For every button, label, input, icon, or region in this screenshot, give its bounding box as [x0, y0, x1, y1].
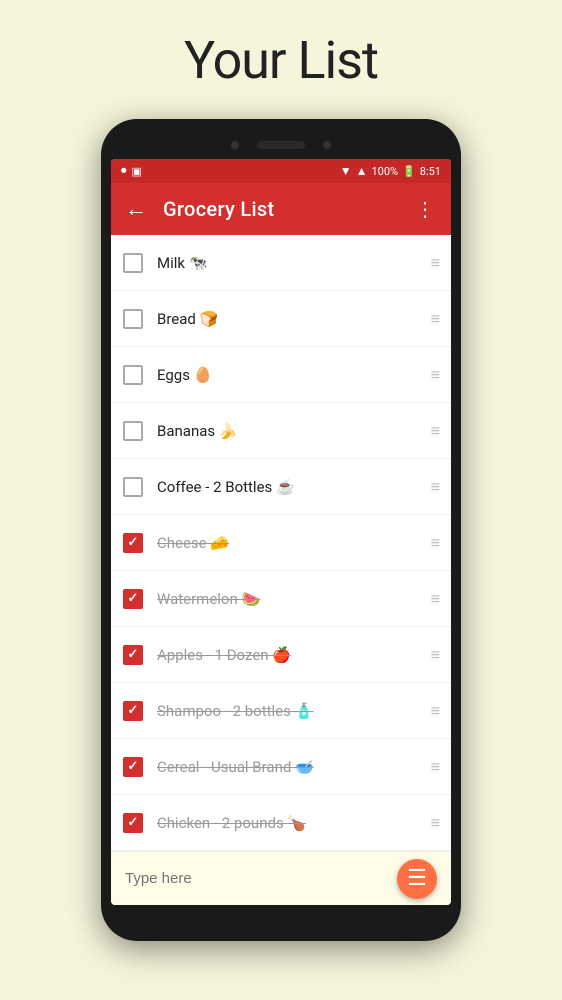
phone-bottom: [111, 905, 451, 921]
list-item[interactable]: Shampoo - 2 bottles 🧴≡: [111, 683, 451, 739]
list-item[interactable]: Cereal - Usual Brand 🥣≡: [111, 739, 451, 795]
app-bar-title: Grocery List: [163, 197, 415, 221]
status-right-icons: ▼ ▲ 100% 🔋 8:51: [340, 164, 441, 178]
list-item[interactable]: Cheese 🧀≡: [111, 515, 451, 571]
checkbox[interactable]: [123, 701, 143, 721]
speaker: [257, 141, 305, 149]
checkbox[interactable]: [123, 253, 143, 273]
checkbox[interactable]: [123, 477, 143, 497]
item-label: Cereal - Usual Brand 🥣: [157, 758, 431, 776]
list-item[interactable]: Apples - 1 Dozen 🍎≡: [111, 627, 451, 683]
record-icon: ⏺: [121, 164, 127, 178]
add-item-button[interactable]: ☰: [397, 859, 437, 899]
checkbox[interactable]: [123, 421, 143, 441]
battery-percent: 100%: [371, 165, 398, 178]
status-bar: ⏺ ▣ ▼ ▲ 100% 🔋 8:51: [111, 159, 451, 183]
phone-top-bar: [111, 135, 451, 159]
item-label: Eggs 🥚: [157, 366, 431, 384]
list-item[interactable]: Milk 🐄≡: [111, 235, 451, 291]
signal-icon: ▲: [356, 164, 368, 178]
checkbox[interactable]: [123, 309, 143, 329]
checkbox[interactable]: [123, 589, 143, 609]
camera-dot: [231, 141, 239, 149]
drag-handle-icon[interactable]: ≡: [431, 309, 439, 329]
drag-handle-icon[interactable]: ≡: [431, 421, 439, 441]
grocery-list: Milk 🐄≡Bread 🍞≡Eggs 🥚≡Bananas 🍌≡Coffee -…: [111, 235, 451, 851]
drag-handle-icon[interactable]: ≡: [431, 477, 439, 497]
list-item[interactable]: Watermelon 🍉≡: [111, 571, 451, 627]
item-label: Bread 🍞: [157, 310, 431, 328]
sim-icon: ▣: [132, 165, 142, 178]
page-title: Your List: [184, 30, 378, 91]
item-label: Milk 🐄: [157, 254, 431, 272]
drag-handle-icon[interactable]: ≡: [431, 589, 439, 609]
menu-button[interactable]: ⋮: [415, 197, 437, 221]
back-button[interactable]: ←: [125, 196, 147, 222]
list-icon: ☰: [407, 866, 427, 891]
checkbox[interactable]: [123, 645, 143, 665]
drag-handle-icon[interactable]: ≡: [431, 813, 439, 833]
checkbox[interactable]: [123, 365, 143, 385]
input-bar: ☰: [111, 851, 451, 905]
item-label: Shampoo - 2 bottles 🧴: [157, 702, 431, 720]
checkbox[interactable]: [123, 533, 143, 553]
item-label: Chicken - 2 pounds 🍗: [157, 814, 431, 832]
item-label: Watermelon 🍉: [157, 590, 431, 608]
list-item[interactable]: Coffee - 2 Bottles ☕≡: [111, 459, 451, 515]
status-left-icons: ⏺ ▣: [121, 164, 142, 178]
list-item[interactable]: Bread 🍞≡: [111, 291, 451, 347]
item-label: Cheese 🧀: [157, 534, 431, 552]
drag-handle-icon[interactable]: ≡: [431, 365, 439, 385]
type-here-input[interactable]: [125, 870, 397, 887]
app-bar: ← Grocery List ⋮: [111, 183, 451, 235]
checkbox[interactable]: [123, 813, 143, 833]
drag-handle-icon[interactable]: ≡: [431, 253, 439, 273]
time: 8:51: [420, 165, 441, 178]
phone-frame: ⏺ ▣ ▼ ▲ 100% 🔋 8:51 ← Grocery List ⋮ Mil…: [101, 119, 461, 941]
drag-handle-icon[interactable]: ≡: [431, 757, 439, 777]
phone-screen: ⏺ ▣ ▼ ▲ 100% 🔋 8:51 ← Grocery List ⋮ Mil…: [111, 159, 451, 905]
sensor-dot: [323, 141, 331, 149]
checkbox[interactable]: [123, 757, 143, 777]
drag-handle-icon[interactable]: ≡: [431, 533, 439, 553]
drag-handle-icon[interactable]: ≡: [431, 645, 439, 665]
list-item[interactable]: Eggs 🥚≡: [111, 347, 451, 403]
wifi-icon: ▼: [340, 164, 352, 178]
list-item[interactable]: Chicken - 2 pounds 🍗≡: [111, 795, 451, 851]
item-label: Apples - 1 Dozen 🍎: [157, 646, 431, 664]
item-label: Bananas 🍌: [157, 422, 431, 440]
drag-handle-icon[interactable]: ≡: [431, 701, 439, 721]
list-item[interactable]: Bananas 🍌≡: [111, 403, 451, 459]
battery-icon: 🔋: [402, 165, 416, 178]
item-label: Coffee - 2 Bottles ☕: [157, 478, 431, 496]
